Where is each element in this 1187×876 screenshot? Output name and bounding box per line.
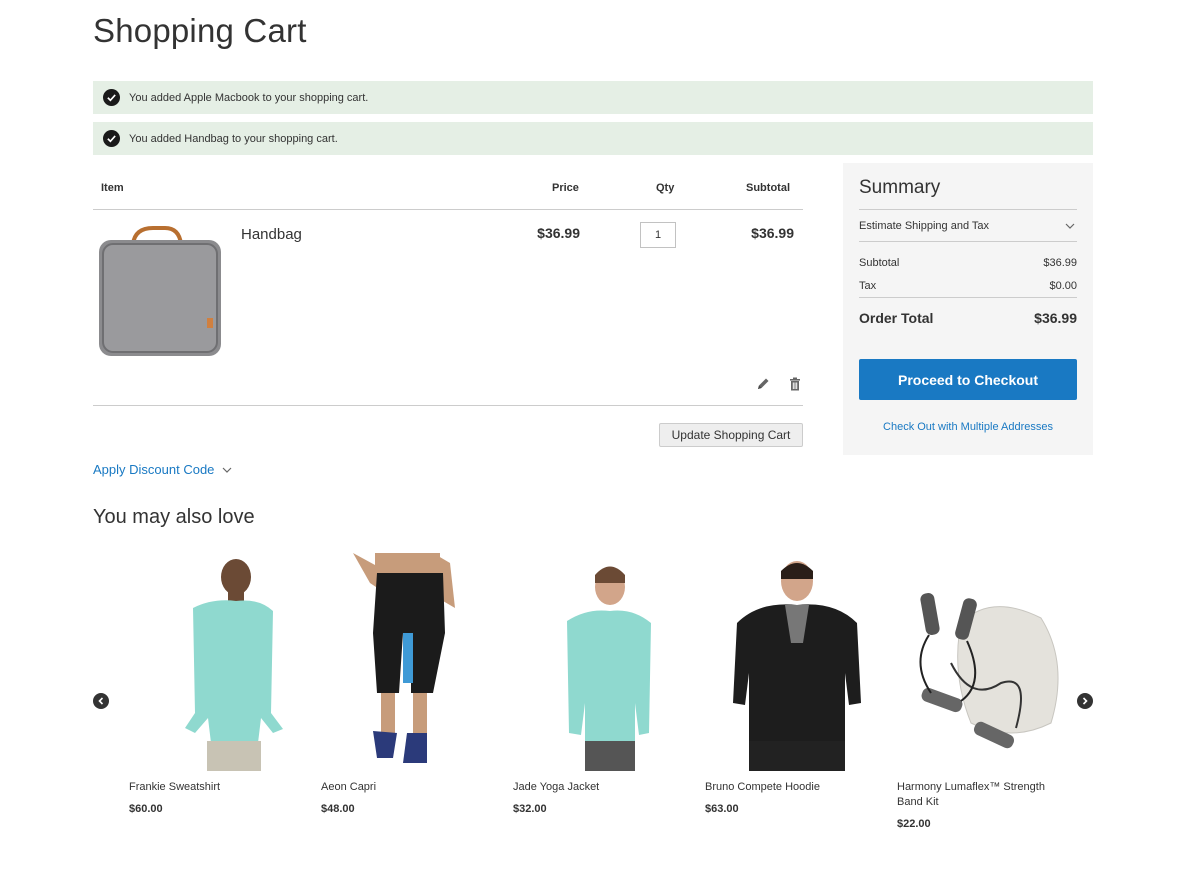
edit-icon[interactable] — [755, 376, 771, 392]
order-summary: Summary Estimate Shipping and Tax Subtot… — [843, 163, 1093, 455]
divider — [93, 209, 803, 210]
col-header-price: Price — [552, 182, 579, 194]
chevron-down-icon — [222, 467, 232, 473]
update-cart-button[interactable]: Update Shopping Cart — [659, 423, 803, 447]
related-product[interactable]: Frankie Sweatshirt $60.00 — [123, 553, 293, 815]
success-message: You added Apple Macbook to your shopping… — [93, 81, 1093, 114]
related-product-name[interactable]: Frankie Sweatshirt — [123, 780, 293, 795]
cart-item-subtotal: $36.99 — [751, 225, 794, 241]
chevron-down-icon — [1065, 223, 1075, 229]
capri-image[interactable] — [315, 553, 485, 771]
jacket-image[interactable] — [507, 553, 677, 771]
related-product-name[interactable]: Jade Yoga Jacket — [507, 780, 677, 795]
col-header-qty: Qty — [656, 182, 675, 194]
apply-discount-label: Apply Discount Code — [93, 462, 215, 477]
related-title: You may also love — [93, 506, 255, 528]
check-icon — [103, 130, 120, 147]
order-total-value: $36.99 — [1034, 310, 1077, 326]
divider — [859, 241, 1077, 242]
related-product[interactable]: Jade Yoga Jacket $32.00 — [507, 553, 677, 815]
band-kit-image[interactable] — [891, 553, 1061, 771]
cart-item-price: $36.99 — [537, 225, 580, 241]
col-header-item: Item — [101, 182, 124, 194]
success-message: You added Handbag to your shopping cart. — [93, 122, 1093, 155]
related-product-name[interactable]: Aeon Capri — [315, 780, 485, 795]
divider — [859, 297, 1077, 298]
summary-title: Summary — [859, 177, 941, 198]
tax-row: Tax $0.00 — [859, 280, 1077, 292]
related-product-name[interactable]: Harmony Lumaflex™ Strength Band Kit — [891, 780, 1061, 810]
apply-discount-toggle[interactable]: Apply Discount Code — [93, 462, 232, 477]
tax-value: $0.00 — [1049, 280, 1077, 292]
divider — [93, 405, 803, 406]
hoodie-image[interactable] — [699, 553, 869, 771]
proceed-to-checkout-button[interactable]: Proceed to Checkout — [859, 359, 1077, 400]
success-message-text: You added Apple Macbook to your shopping… — [129, 91, 369, 104]
handbag-image[interactable] — [95, 222, 225, 360]
order-total-row: Order Total $36.99 — [859, 310, 1077, 326]
subtotal-label: Subtotal — [859, 257, 900, 269]
subtotal-value: $36.99 — [1043, 257, 1077, 269]
sweatshirt-image[interactable] — [123, 553, 293, 771]
estimate-shipping-label: Estimate Shipping and Tax — [859, 220, 990, 232]
page-title: Shopping Cart — [93, 12, 307, 49]
related-product-name[interactable]: Bruno Compete Hoodie — [699, 780, 869, 795]
col-header-subtotal: Subtotal — [746, 182, 790, 194]
related-product-price: $60.00 — [129, 803, 163, 815]
qty-input[interactable]: 1 — [640, 222, 676, 248]
cart-item-name[interactable]: Handbag — [241, 226, 302, 243]
divider — [859, 209, 1077, 210]
check-icon — [103, 89, 120, 106]
related-product-price: $63.00 — [705, 803, 739, 815]
trash-icon[interactable] — [787, 376, 803, 392]
tax-label: Tax — [859, 280, 877, 292]
related-product[interactable]: Aeon Capri $48.00 — [315, 553, 485, 815]
related-product-price: $32.00 — [513, 803, 547, 815]
order-total-label: Order Total — [859, 310, 934, 326]
related-product[interactable]: Harmony Lumaflex™ Strength Band Kit $22.… — [891, 553, 1061, 830]
related-product[interactable]: Bruno Compete Hoodie $63.00 — [699, 553, 869, 815]
related-product-price: $22.00 — [897, 818, 931, 830]
carousel-next-icon[interactable] — [1077, 693, 1093, 709]
subtotal-row: Subtotal $36.99 — [859, 257, 1077, 269]
estimate-shipping-toggle[interactable]: Estimate Shipping and Tax — [859, 220, 1077, 232]
carousel-prev-icon[interactable] — [93, 693, 109, 709]
related-product-price: $48.00 — [321, 803, 355, 815]
success-message-text: You added Handbag to your shopping cart. — [129, 132, 338, 145]
multiple-addresses-link[interactable]: Check Out with Multiple Addresses — [859, 421, 1077, 433]
